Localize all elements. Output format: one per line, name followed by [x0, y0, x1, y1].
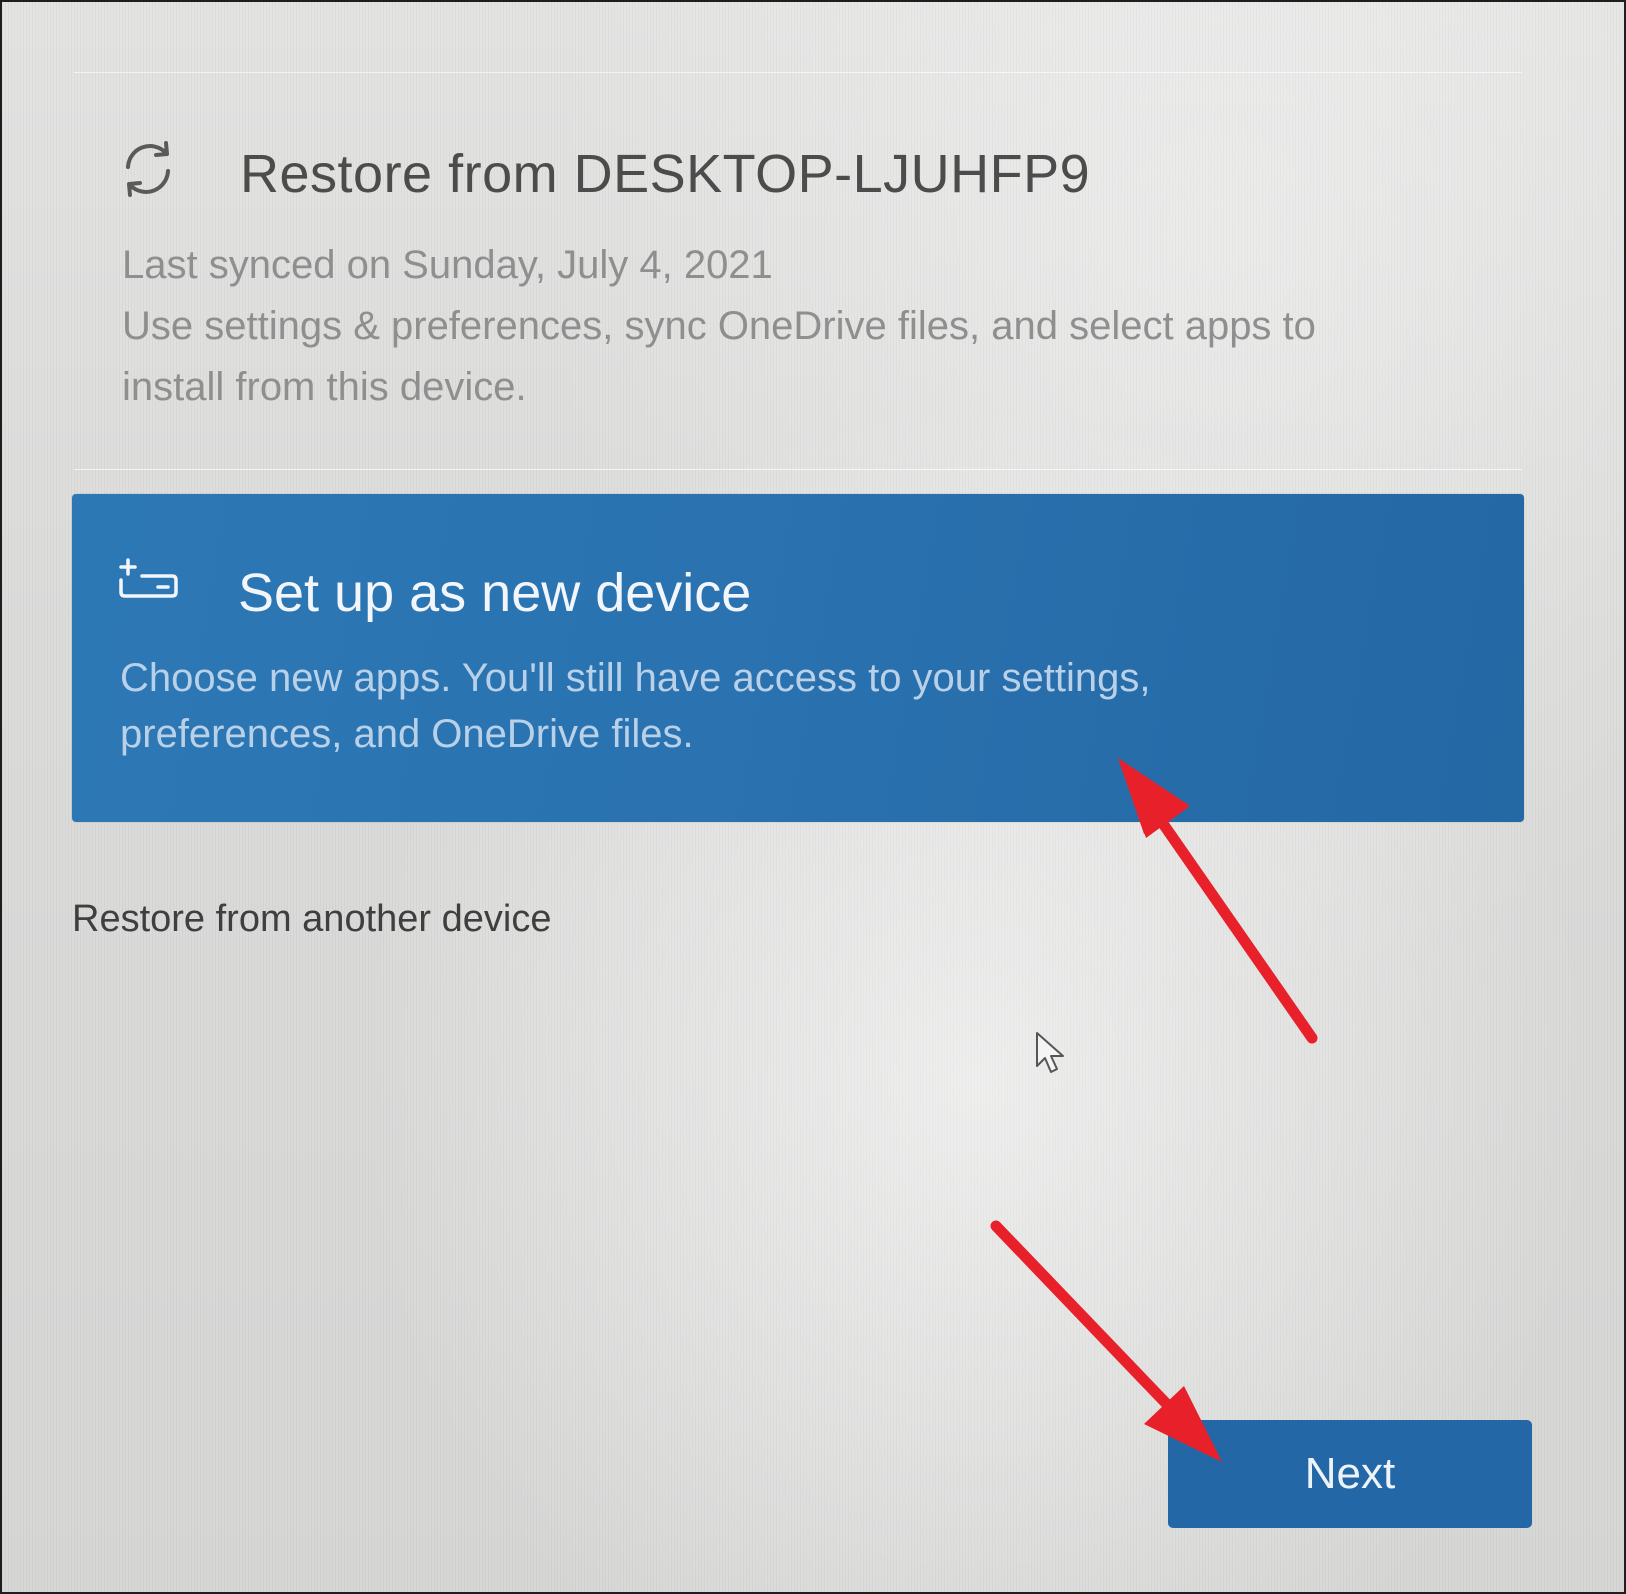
next-button[interactable]: Next [1168, 1420, 1532, 1528]
setup-new-device-option[interactable]: Set up as new device Choose new apps. Yo… [72, 494, 1524, 822]
new-device-description-line-2: preferences, and OneDrive files. [120, 712, 694, 756]
new-device-option-description: Choose new apps. You'll still have acces… [120, 650, 1150, 762]
new-device-icon [119, 558, 178, 598]
restore-from-device-option[interactable]: Restore from DESKTOP-LJUHFP9 Last synced… [74, 72, 1522, 470]
restore-description-line-1: Use settings & preferences, sync OneDriv… [122, 304, 1316, 348]
new-device-description-line-1: Choose new apps. You'll still have acces… [120, 656, 1151, 700]
mouse-pointer-icon [1036, 1032, 1064, 1073]
restore-description-line-2: install from this device. [122, 365, 527, 409]
oobe-screen: Restore from DESKTOP-LJUHFP9 Last synced… [0, 0, 1626, 1594]
last-synced-text: Last synced on Sunday, July 4, 2021 [122, 243, 773, 287]
restore-option-title: Restore from DESKTOP-LJUHFP9 [240, 144, 1091, 204]
sync-icon [126, 141, 170, 197]
restore-option-description: Last synced on Sunday, July 4, 2021 Use … [122, 235, 1462, 418]
new-device-option-title: Set up as new device [238, 563, 752, 623]
restore-from-another-device-link[interactable]: Restore from another device [72, 898, 551, 941]
